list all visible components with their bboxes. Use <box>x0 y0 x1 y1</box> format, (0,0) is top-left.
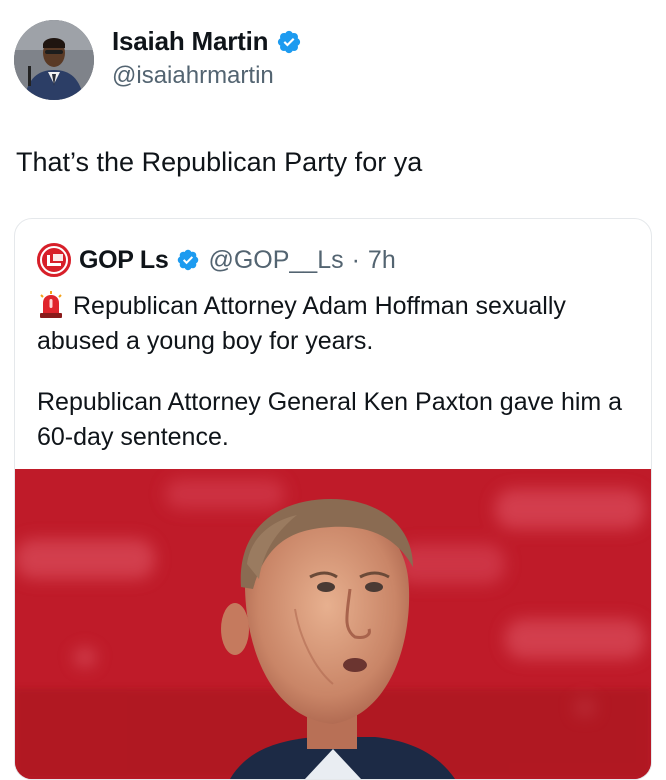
author-avatar-image <box>14 20 94 100</box>
verified-badge-icon <box>278 30 301 53</box>
author-name-row[interactable]: Isaiah Martin <box>112 26 302 57</box>
quoted-paragraph-1: Republican Attorney Adam Hoffman sexuall… <box>37 289 637 359</box>
gop-ls-logo-icon <box>37 243 71 277</box>
author-name[interactable]: Isaiah Martin <box>112 26 269 57</box>
quoted-verified-badge-icon <box>178 249 199 271</box>
quoted-tweet-header: GOP Ls @GOP__Ls · 7h <box>37 243 396 277</box>
siren-icon <box>40 291 62 318</box>
quoted-name[interactable]: GOP Ls <box>79 246 169 275</box>
quoted-paragraph-1-text: Republican Attorney Adam Hoffman sexuall… <box>37 292 566 355</box>
author-avatar[interactable] <box>14 20 94 100</box>
quoted-tweet-photo[interactable] <box>15 469 651 779</box>
tweet-text: That’s the Republican Party for ya <box>16 147 423 177</box>
quoted-timestamp[interactable]: 7h <box>368 246 396 275</box>
quoted-tweet-card[interactable]: GOP Ls @GOP__Ls · 7h Republican Attorney… <box>14 218 652 780</box>
author-handle[interactable]: @isaiahrmartin <box>112 62 274 90</box>
photo-image <box>15 469 651 779</box>
blurred-area <box>490 40 620 100</box>
quoted-paragraph-2: Republican Attorney General Ken Paxton g… <box>37 388 623 451</box>
quoted-avatar[interactable] <box>37 243 71 277</box>
quoted-tweet-body: Republican Attorney Adam Hoffman sexuall… <box>37 289 637 455</box>
quoted-handle[interactable]: @GOP__Ls <box>208 246 343 275</box>
quoted-separator: · <box>351 245 360 274</box>
